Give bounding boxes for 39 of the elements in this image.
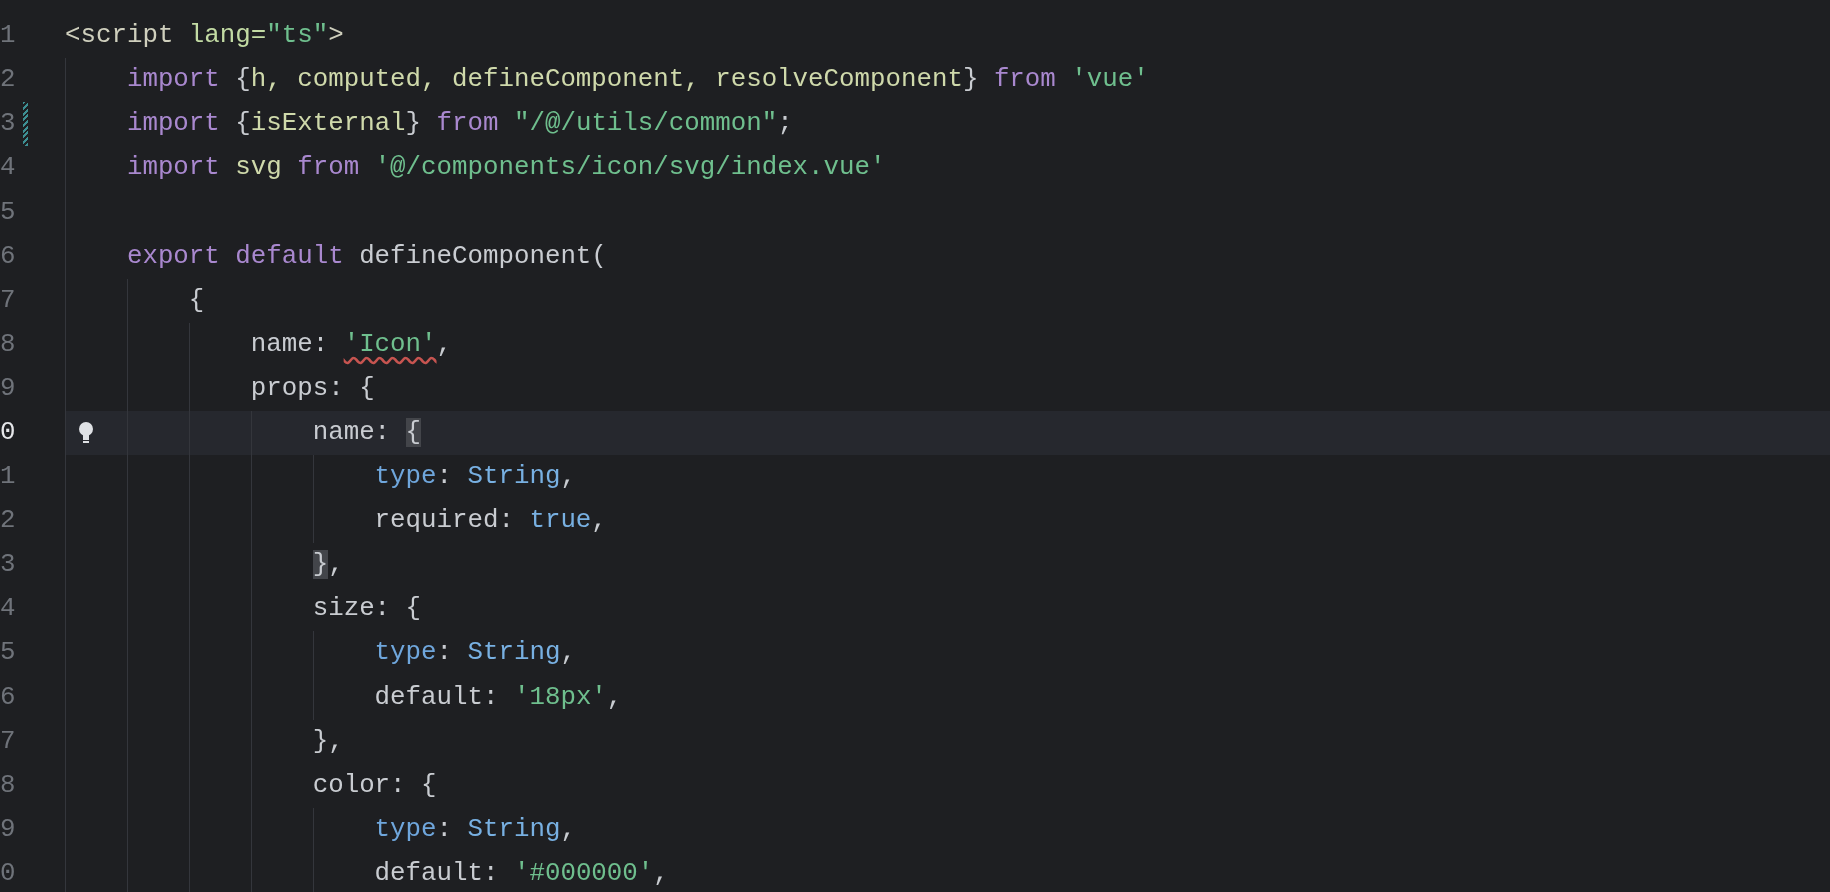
code-line: name: { xyxy=(311,420,422,446)
line-number: 9 xyxy=(0,816,16,843)
lightbulb-icon[interactable] xyxy=(78,420,94,445)
code-line: export default defineComponent( xyxy=(125,243,607,270)
line-number: 8 xyxy=(0,772,16,799)
line-number: 4 xyxy=(0,596,16,623)
code-line: default: '18px', xyxy=(373,684,623,711)
line-number: 1 xyxy=(0,464,16,490)
code-line: size: { xyxy=(311,596,422,623)
line-number: 5 xyxy=(0,640,16,667)
line-number: 2 xyxy=(0,508,16,534)
line-number: 2 xyxy=(0,67,16,94)
line-number: 0 xyxy=(0,860,16,887)
code-line: name: 'Icon', xyxy=(249,331,453,358)
line-number: 3 xyxy=(0,552,16,579)
line-number: 0 xyxy=(0,420,16,446)
code-line: type: String, xyxy=(373,464,576,490)
line-number: 3 xyxy=(0,111,16,138)
code-line: type: String, xyxy=(373,816,576,843)
code-line: { xyxy=(187,287,205,314)
line-number: 7 xyxy=(0,287,16,314)
line-number: 8 xyxy=(0,331,16,358)
code-line: required: true, xyxy=(373,508,607,534)
line-number: 5 xyxy=(0,199,16,226)
code-line: default: '#000000', xyxy=(373,860,669,887)
code-line: <script lang="ts"> xyxy=(65,23,344,49)
line-number: 1 xyxy=(0,23,16,49)
code-line: import svg from '@/components/icon/svg/index.vue' xyxy=(125,155,886,182)
code-line: }, xyxy=(311,728,344,755)
code-line: import {h, computed, defineComponent, resolveComponent} from 'vue' xyxy=(125,67,1149,94)
line-number: 4 xyxy=(0,155,16,182)
code-line: color: { xyxy=(311,772,437,799)
code-line: props: { xyxy=(249,375,375,402)
line-number: 6 xyxy=(0,243,16,270)
line-number: 7 xyxy=(0,728,16,755)
code-line: type: String, xyxy=(373,640,576,667)
line-number: 9 xyxy=(0,375,16,402)
code-line: import {isExternal} from "/@/utils/common"; xyxy=(125,111,793,138)
line-number: 6 xyxy=(0,684,16,711)
